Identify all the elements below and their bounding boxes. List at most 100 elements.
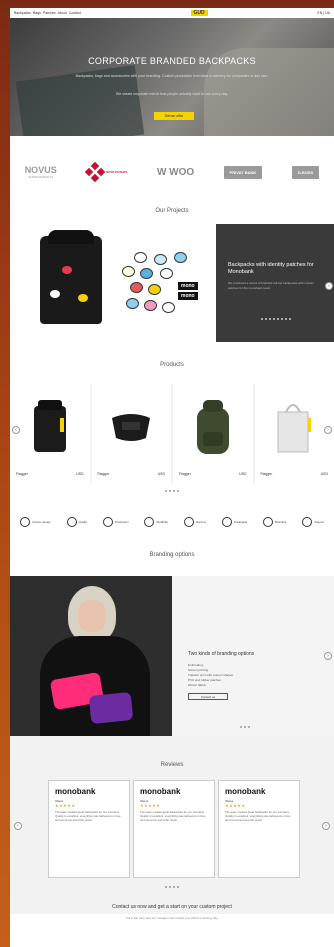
feature-icon xyxy=(19,517,30,527)
hero-banner: CORPORATE BRANDED BACKPACKS Backpacks, b… xyxy=(10,18,334,136)
product-card[interactable]: Flagger USD xyxy=(91,384,171,484)
feature-icon xyxy=(66,517,77,527)
reviews-section: Reviews monobank Olena ★★★★★ The team cr… xyxy=(10,736,334,914)
partner-logo-dboss: D-BOSS xyxy=(291,165,320,179)
carousel-dots[interactable] xyxy=(228,318,324,320)
feature-item: Durability xyxy=(144,517,168,527)
feature-icon xyxy=(302,517,313,527)
branding-list: Embroidery Screen printing Transfer prin… xyxy=(188,663,318,688)
partners-strip: NOVUS SUPERMARKETS NOVA POSHTA W WOO PRI… xyxy=(10,136,334,208)
review-brand: monobank xyxy=(55,787,96,796)
feature-icon xyxy=(184,517,195,527)
contact-title: Contact us now and get a start on your c… xyxy=(112,904,232,910)
product-price: USD xyxy=(320,472,328,476)
products-next-arrow-icon[interactable]: › xyxy=(324,426,332,434)
feature-item: Quality xyxy=(66,517,87,527)
review-brand: monobank xyxy=(225,787,266,796)
products-carousel: Flagger USD Flagger USD Flagger USD Flagg xyxy=(10,384,334,484)
feature-icon xyxy=(103,517,114,527)
products-dots[interactable] xyxy=(10,490,334,492)
hero-subtitle-2: We create corporate merch that people ac… xyxy=(115,92,229,96)
branding-contact-button[interactable]: Contact us xyxy=(188,693,228,700)
feature-icon xyxy=(144,517,155,527)
project-image: mono mono xyxy=(10,224,215,342)
branding-next-arrow-icon[interactable]: › xyxy=(324,652,332,660)
nav-link[interactable]: About xyxy=(58,11,67,15)
product-card[interactable]: Flagger USD xyxy=(254,384,334,484)
reviews-dots[interactable] xyxy=(10,886,334,888)
nav-link[interactable]: Backpacks xyxy=(14,11,31,15)
partner-logo-nova-poshta: NOVA POSHTA xyxy=(84,161,128,183)
feature-icon xyxy=(263,517,274,527)
branding-list-item: Woven labels xyxy=(188,683,206,687)
carousel-next-arrow-icon[interactable]: › xyxy=(325,282,333,290)
review-text: The team created great backpacks for our… xyxy=(140,810,206,822)
project-info-card: Backpacks with identity patches for Mono… xyxy=(216,224,334,342)
branding-section: Two kinds of branding options Embroidery… xyxy=(10,576,334,736)
feature-icon xyxy=(222,517,233,527)
product-card[interactable]: Flagger USD xyxy=(173,384,253,484)
product-price: USD xyxy=(76,472,84,476)
top-nav: Backpacks Bags Patches About Contact xyxy=(14,11,81,15)
review-card: monobank Olena ★★★★★ The team created gr… xyxy=(133,780,215,878)
monobank-patch: mono xyxy=(178,292,198,300)
review-text: The team created great backpacks for our… xyxy=(225,810,291,822)
review-card: monobank Olena ★★★★★ The team created gr… xyxy=(48,780,130,878)
product-price: USD xyxy=(239,472,247,476)
top-bar: Backpacks Bags Patches About Contact GUD… xyxy=(10,8,334,18)
project-card-title: Backpacks with identity patches for Mono… xyxy=(228,262,314,275)
partner-logo-novus: NOVUS SUPERMARKETS xyxy=(25,165,57,179)
review-brand: monobank xyxy=(140,787,181,796)
backpack-icon xyxy=(40,230,102,324)
feature-item: Delivery xyxy=(184,517,206,527)
nova-poshta-icon xyxy=(84,161,106,183)
partner-name: NOVA POSHTA xyxy=(106,170,128,174)
section-title-products: Products xyxy=(160,362,184,368)
nav-link[interactable]: Contact xyxy=(69,11,81,15)
review-stars: ★★★★★ xyxy=(55,803,76,808)
products-prev-arrow-icon[interactable]: ‹ xyxy=(12,426,20,434)
features-strip: Custom design Quality Production Durabil… xyxy=(10,504,334,540)
branding-photo xyxy=(10,576,172,736)
partner-logo-woo: W WOO xyxy=(156,166,195,178)
review-stars: ★★★★★ xyxy=(225,803,246,808)
olive-backpack-icon xyxy=(196,400,229,454)
contact-section: Contact us now and get a start on your c… xyxy=(10,904,334,920)
language-switch[interactable]: EN | UA xyxy=(317,11,330,15)
project-card-description: We produced a series of branded roll-top… xyxy=(228,281,314,290)
feature-item: Branding xyxy=(263,517,286,527)
hero-title: CORPORATE BRANDED BACKPACKS xyxy=(88,56,256,66)
feature-item: Packaging xyxy=(222,517,247,527)
tote-bag-icon xyxy=(277,404,312,453)
branding-heading: Two kinds of branding options xyxy=(188,651,255,657)
patches-collection: mono mono xyxy=(120,252,214,320)
reviews-prev-arrow-icon[interactable]: ‹ xyxy=(14,822,22,830)
branding-dots[interactable] xyxy=(240,726,250,728)
product-name: Flagger xyxy=(260,472,273,476)
get-offer-button[interactable]: Get an offer xyxy=(154,112,194,120)
branding-info: Two kinds of branding options Embroidery… xyxy=(188,651,318,700)
review-card: monobank Olena ★★★★★ The team created gr… xyxy=(218,780,300,878)
feature-item: Custom design xyxy=(19,517,51,527)
reviews-next-arrow-icon[interactable]: › xyxy=(322,822,330,830)
product-price: USD xyxy=(157,472,165,476)
review-stars: ★★★★★ xyxy=(140,803,161,808)
product-name: Flagger xyxy=(179,472,191,476)
contact-subtitle: Fill in the form and our manager will co… xyxy=(126,916,218,920)
section-title-branding: Branding options xyxy=(149,552,195,558)
nav-link[interactable]: Patches xyxy=(43,11,56,15)
projects-carousel: mono mono Backpacks with identity patche… xyxy=(10,214,334,344)
partner-sub: SUPERMARKETS xyxy=(28,175,54,179)
waist-bag-icon xyxy=(112,414,151,441)
feature-item: Support xyxy=(302,517,324,527)
hero-subtitle: Backpacks, bags and accessories with you… xyxy=(75,74,269,78)
product-name: Flagger xyxy=(16,472,28,476)
monobank-patch: mono xyxy=(178,282,198,290)
page: Backpacks Bags Patches About Contact GUD… xyxy=(10,8,334,947)
rolltop-backpack-icon xyxy=(33,400,66,452)
product-name: Flagger xyxy=(97,472,110,476)
product-card[interactable]: Flagger USD xyxy=(10,384,90,484)
site-logo[interactable]: GUD xyxy=(190,10,208,16)
partner-logo-privat: PRIVAT BANK xyxy=(223,165,263,179)
nav-link[interactable]: Bags xyxy=(33,11,41,15)
